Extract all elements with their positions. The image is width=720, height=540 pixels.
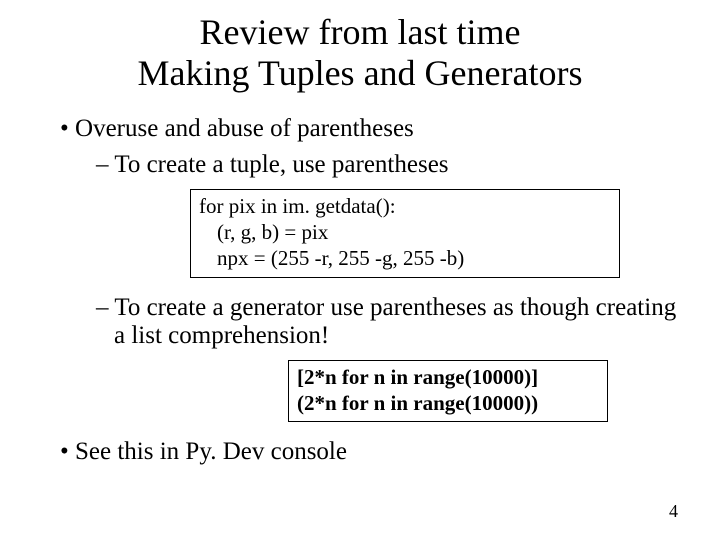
subbullet-generator: To create a generator use parentheses as… bbox=[96, 294, 680, 350]
bullet-text: Overuse and abuse of parentheses bbox=[75, 115, 414, 142]
code-box-generator: [2*n for n in range(10000)] (2*n for n i… bbox=[288, 360, 608, 423]
bullet-overuse: Overuse and abuse of parentheses bbox=[60, 115, 680, 143]
slide-title: Review from last time Making Tuples and … bbox=[40, 12, 680, 95]
code-line: (r, g, b) = pix bbox=[199, 219, 611, 245]
subbullet-text: To create a tuple, use parentheses bbox=[114, 151, 448, 178]
bullet-text: See this in Py. Dev console bbox=[75, 438, 347, 465]
code-line: (2*n for n in range(10000)) bbox=[297, 390, 599, 416]
title-line-1: Review from last time bbox=[200, 12, 521, 52]
page-number: 4 bbox=[669, 501, 678, 522]
subbullet-text: To create a generator use parentheses as… bbox=[114, 294, 676, 349]
code-line: [2*n for n in range(10000)] bbox=[297, 364, 599, 390]
code-box-tuple: for pix in im. getdata(): (r, g, b) = pi… bbox=[190, 189, 620, 278]
code-line: npx = (255 -r, 255 -g, 255 -b) bbox=[199, 245, 611, 271]
bullet-pydev: See this in Py. Dev console bbox=[60, 438, 680, 466]
title-line-2: Making Tuples and Generators bbox=[138, 53, 583, 93]
code-line: for pix in im. getdata(): bbox=[199, 193, 611, 219]
subbullet-tuple: To create a tuple, use parentheses bbox=[96, 151, 680, 179]
